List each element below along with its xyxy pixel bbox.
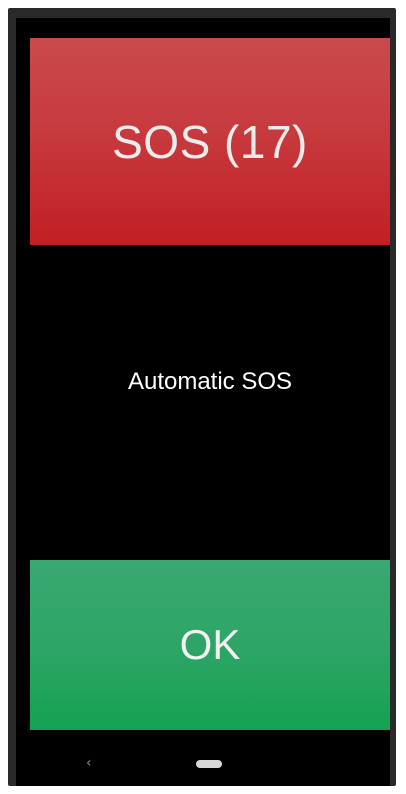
sos-countdown-label: SOS (17)	[112, 115, 308, 168]
back-icon[interactable]: ‹	[86, 756, 92, 770]
home-pill-icon[interactable]	[196, 760, 222, 768]
ok-button-label: OK	[179, 621, 241, 668]
phone-screen: SOS (17) Automatic SOS OK ‹	[16, 18, 390, 786]
automatic-sos-message: Automatic SOS	[127, 368, 293, 395]
sos-button[interactable]: SOS (17)	[30, 38, 390, 245]
ok-button[interactable]: OK	[30, 560, 390, 730]
system-navigation-bar: ‹	[16, 746, 390, 786]
